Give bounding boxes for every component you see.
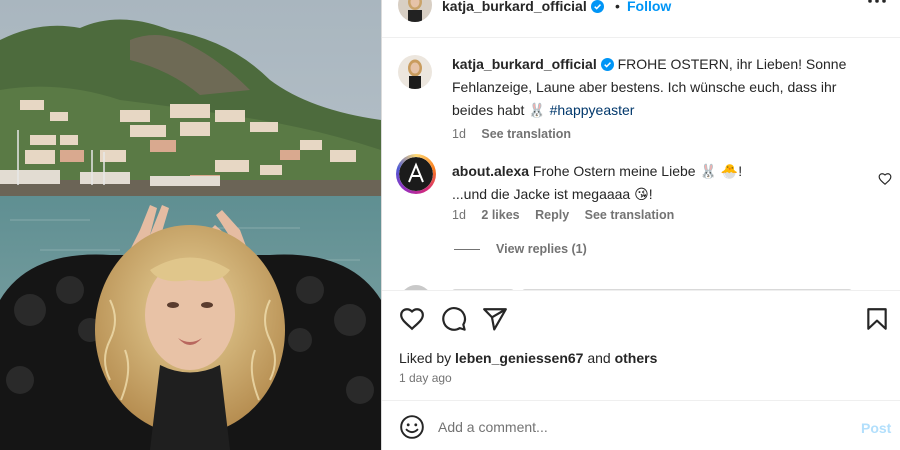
caption-text: katja_burkard_official FROHE OSTERN, ihr…: [452, 53, 872, 122]
comment-likes-count[interactable]: 2 likes: [481, 208, 519, 222]
liked-by-and: and: [583, 350, 615, 366]
separator-dot: •: [615, 0, 620, 14]
emoji-picker-icon[interactable]: [399, 414, 425, 440]
post-actions: Liked by leben_geniessen67 and others 1 …: [382, 290, 900, 400]
comment-composer: Post: [382, 400, 900, 450]
comment-text: about.alexa Frohe Ostern meine Liebe 🐰 🐣…: [452, 160, 812, 206]
author-username[interactable]: katja_burkard_official: [442, 0, 604, 14]
more-options-icon[interactable]: [866, 0, 888, 12]
view-replies-label: View replies (1): [496, 242, 587, 256]
view-replies-button[interactable]: View replies (1): [454, 242, 587, 256]
replies-divider-line: [454, 249, 480, 251]
post-details-panel: katja_burkard_official • Follow katja_bu…: [381, 0, 900, 450]
commenter-avatar[interactable]: [399, 157, 433, 191]
post-photo[interactable]: [0, 0, 381, 450]
caption-avatar[interactable]: [398, 55, 432, 89]
author-avatar[interactable]: [398, 0, 432, 22]
verified-badge-icon: [590, 0, 604, 13]
hashtag-link[interactable]: #happyeaster: [550, 102, 635, 118]
caption-see-translation[interactable]: See translation: [481, 127, 571, 141]
comment-time: 1d: [452, 208, 466, 222]
verified-badge-icon: [600, 58, 614, 71]
comment-input[interactable]: [438, 413, 838, 441]
liked-by-others[interactable]: others: [615, 350, 658, 366]
comment-reply-button[interactable]: Reply: [535, 208, 569, 222]
follow-button[interactable]: Follow: [627, 0, 671, 14]
caption-time: 1d: [452, 127, 466, 141]
post-image: [0, 0, 381, 450]
post-comment-button[interactable]: Post: [861, 420, 891, 436]
save-bookmark-icon[interactable]: [864, 306, 890, 332]
share-send-icon[interactable]: [482, 306, 508, 332]
caption-meta: 1d See translation: [452, 127, 583, 141]
comment-see-translation[interactable]: See translation: [585, 208, 675, 222]
liked-by-prefix: Liked by: [399, 350, 456, 366]
likes-summary: Liked by leben_geniessen67 and others: [399, 350, 657, 366]
comment-line-2: ...und die Jacke ist megaaaa 😘!: [452, 186, 653, 202]
comment-line-1: Frohe Ostern meine Liebe 🐰 🐣!: [529, 163, 743, 179]
liked-by-user[interactable]: leben_geniessen67: [455, 350, 583, 366]
comment-username[interactable]: about.alexa: [452, 163, 529, 179]
like-heart-icon[interactable]: [399, 306, 425, 332]
comment-like-heart-icon[interactable]: [878, 172, 892, 186]
comment-meta: 1d 2 likes Reply See translation: [452, 208, 686, 222]
comments-section: katja_burkard_official FROHE OSTERN, ihr…: [382, 39, 900, 290]
caption-username[interactable]: katja_burkard_official: [452, 56, 597, 72]
comment-bubble-icon[interactable]: [441, 306, 467, 332]
post-header: katja_burkard_official • Follow: [382, 0, 900, 38]
post-timestamp: 1 day ago: [399, 371, 452, 385]
